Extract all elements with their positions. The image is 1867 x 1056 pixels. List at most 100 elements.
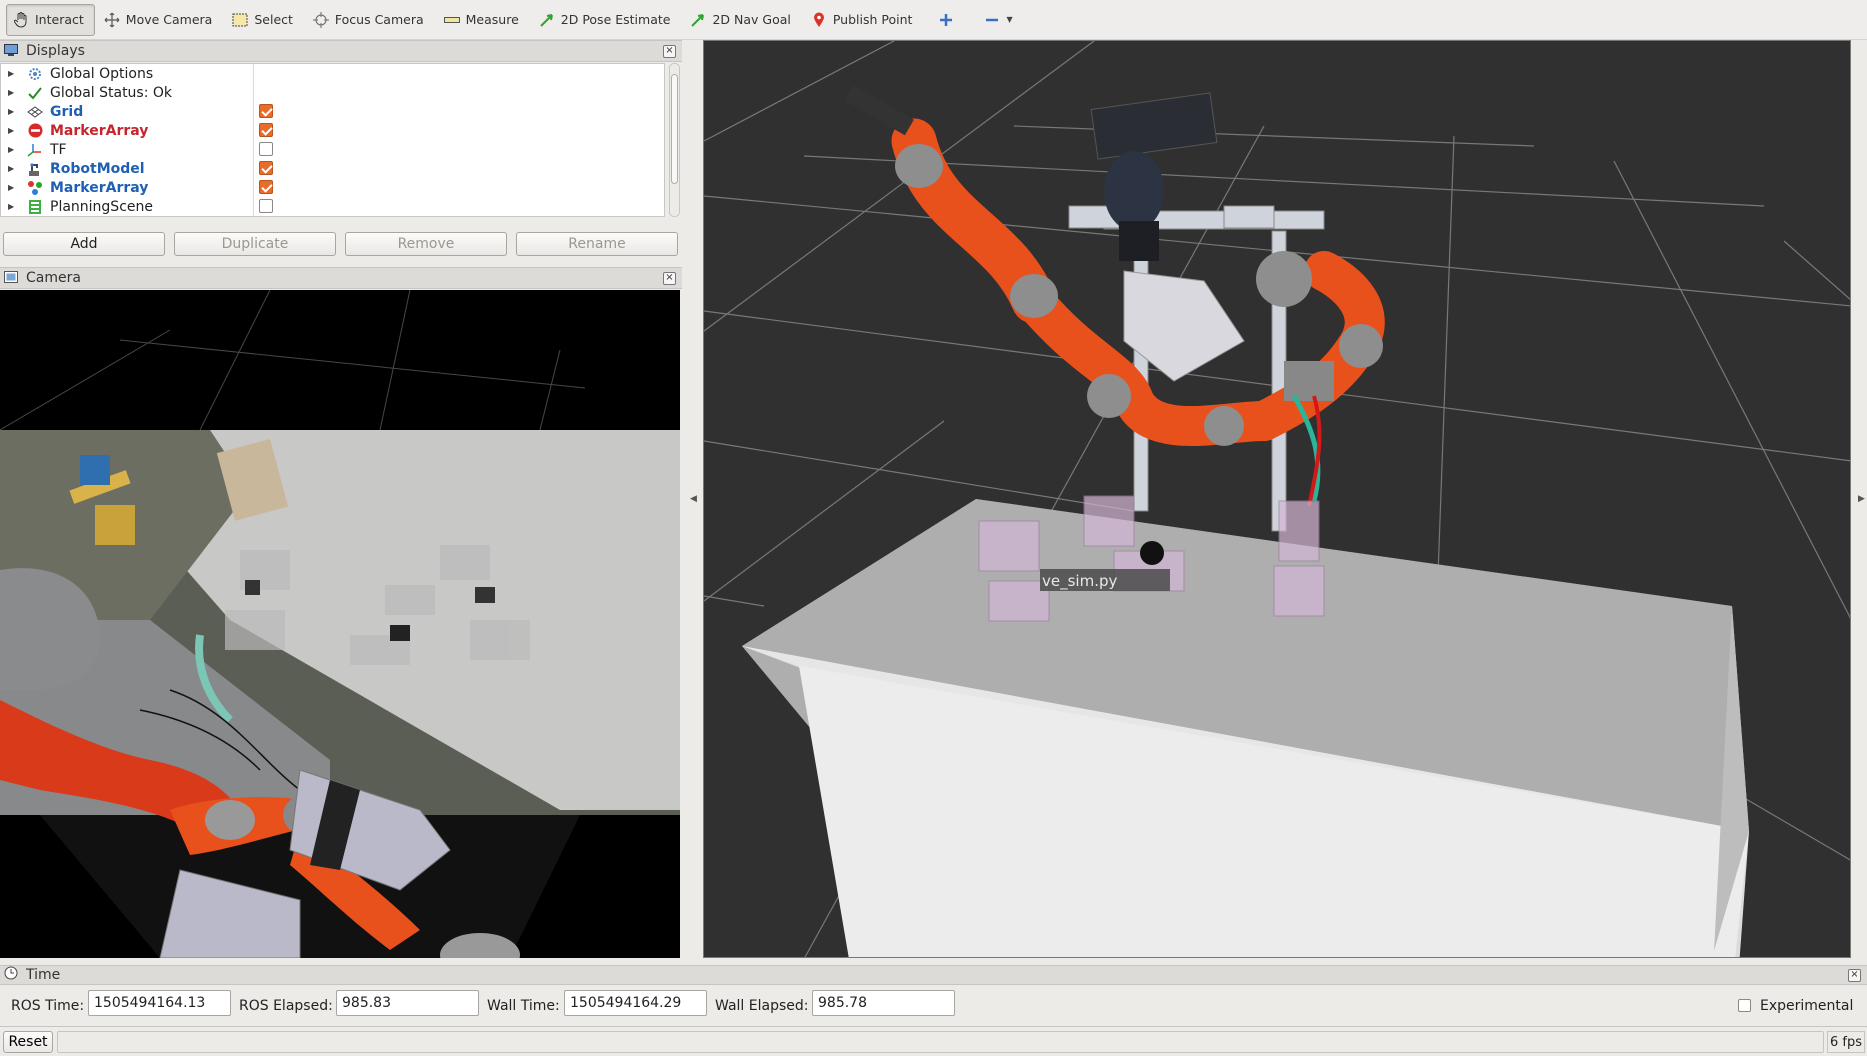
checkmark-icon [26, 85, 44, 101]
time-title: Time [26, 967, 61, 983]
tool-2d-nav-goal[interactable]: 2D Nav Goal [683, 4, 801, 36]
displays-title: Displays [26, 43, 85, 59]
expand-arrow-icon[interactable]: ▶ [8, 145, 20, 154]
error-icon [26, 123, 44, 139]
camera-icon [4, 271, 18, 285]
3d-scene: ve_sim.py [704, 41, 1850, 957]
status-bar: Reset 6 fps [0, 1026, 1867, 1056]
close-camera-button[interactable]: × [663, 272, 676, 285]
camera-panel-title: Camera × [0, 267, 682, 289]
tree-item-robotmodel[interactable]: ▶ RobotModel [1, 159, 664, 178]
status-message-area [57, 1031, 1824, 1053]
tool-label: Select [254, 12, 293, 27]
splitter-left-arrow-icon[interactable]: ◀ [690, 494, 697, 504]
tree-item-label: TF [50, 141, 67, 158]
pose-arrow-icon [539, 12, 555, 28]
view-tooltip: ve_sim.py [1042, 572, 1117, 591]
splitter-right-arrow-icon[interactable]: ▶ [1858, 494, 1865, 504]
tool-focus-camera[interactable]: Focus Camera [306, 4, 435, 36]
tool-select[interactable]: Select [225, 4, 304, 36]
tree-item-planningscene[interactable]: ▶ PlanningScene [1, 197, 664, 216]
ros-time-field[interactable]: 1505494164.13 [88, 990, 231, 1016]
tool-label: Interact [35, 12, 84, 27]
tree-item-grid[interactable]: ▶ Grid [1, 102, 664, 121]
ruler-icon [443, 12, 460, 28]
minus-icon [984, 12, 1000, 28]
hand-icon [13, 11, 29, 28]
tool-move-camera[interactable]: Move Camera [97, 4, 224, 36]
wall-time-label: Wall Time: [487, 998, 560, 1014]
select-icon [232, 12, 248, 28]
tree-item-markerarray[interactable]: ▶ MarkerArray [1, 178, 664, 197]
tool-interact[interactable]: Interact [6, 3, 95, 36]
planningscene-enable-checkbox[interactable] [259, 199, 273, 213]
tree-item-label: MarkerArray [50, 179, 149, 196]
tree-item-label: PlanningScene [50, 198, 153, 215]
markerarray2-enable-checkbox[interactable] [259, 180, 273, 194]
duplicate-button[interactable]: Duplicate [174, 232, 336, 256]
displays-tree: ▶ Global Options ▶ Global Status: Ok ▶ G… [0, 63, 665, 217]
scrollbar-thumb[interactable] [671, 74, 678, 184]
move-camera-icon [104, 12, 120, 28]
expand-arrow-icon[interactable]: ▶ [8, 202, 20, 211]
time-panel: ROS Time: 1505494164.13 ROS Elapsed: 985… [0, 986, 1867, 1020]
remove-button[interactable]: Remove [345, 232, 507, 256]
tree-item-global-options[interactable]: ▶ Global Options [1, 64, 664, 83]
robotmodel-enable-checkbox[interactable] [259, 161, 273, 175]
remove-tool-button[interactable]: ▼ [975, 4, 1021, 36]
tool-measure[interactable]: Measure [437, 4, 530, 36]
tool-label: Publish Point [832, 12, 913, 27]
axes-icon [26, 142, 44, 158]
displays-scrollbar[interactable] [669, 63, 680, 217]
tool-publish-point[interactable]: Publish Point [804, 4, 924, 36]
tree-item-global-status[interactable]: ▶ Global Status: Ok [1, 83, 664, 102]
expand-arrow-icon[interactable]: ▶ [8, 183, 20, 192]
tree-item-tf[interactable]: ▶ TF [1, 140, 664, 159]
close-time-button[interactable]: × [1848, 969, 1861, 982]
tool-label: 2D Pose Estimate [560, 12, 671, 27]
tool-label: Measure [465, 12, 519, 27]
experimental-checkbox[interactable] [1738, 999, 1751, 1012]
markerarray-enable-checkbox[interactable] [259, 123, 273, 137]
camera-scene [0, 290, 680, 958]
ros-time-label: ROS Time: [11, 998, 85, 1014]
robot-icon [26, 161, 44, 177]
tree-item-markerarray-error[interactable]: ▶ MarkerArray [1, 121, 664, 140]
main-toolbar: Interact Move Camera Select Focus Camera… [0, 0, 1867, 40]
clock-icon [4, 966, 18, 984]
monitor-icon [4, 44, 18, 58]
map-pin-icon [811, 12, 827, 28]
tool-2d-pose-estimate[interactable]: 2D Pose Estimate [532, 4, 682, 36]
nav-goal-arrow-icon [690, 12, 706, 28]
camera-title: Camera [26, 270, 81, 286]
tree-item-label: Grid [50, 103, 84, 120]
wall-time-field[interactable]: 1505494164.29 [564, 990, 707, 1016]
tf-enable-checkbox[interactable] [259, 142, 273, 156]
expand-arrow-icon[interactable]: ▶ [8, 69, 20, 78]
3d-render-view[interactable]: ve_sim.py [703, 40, 1851, 958]
reset-button[interactable]: Reset [3, 1031, 53, 1053]
markers-icon [26, 180, 44, 196]
rename-button[interactable]: Rename [516, 232, 678, 256]
wall-elapsed-label: Wall Elapsed: [715, 998, 809, 1014]
grid-enable-checkbox[interactable] [259, 104, 273, 118]
expand-arrow-icon[interactable]: ▶ [8, 107, 20, 116]
ros-elapsed-field[interactable]: 985.83 [336, 990, 479, 1016]
tool-label: Focus Camera [334, 12, 424, 27]
add-tool-button[interactable] [925, 4, 973, 36]
fps-readout: 6 fps [1827, 1031, 1865, 1053]
tree-item-label: RobotModel [50, 160, 145, 177]
planning-scene-icon [26, 199, 44, 215]
chevron-down-icon: ▼ [1006, 15, 1013, 24]
expand-arrow-icon[interactable]: ▶ [8, 88, 20, 97]
expand-arrow-icon[interactable]: ▶ [8, 164, 20, 173]
ros-elapsed-label: ROS Elapsed: [239, 998, 333, 1014]
time-panel-title: Time × [0, 965, 1867, 985]
add-button[interactable]: Add [3, 232, 165, 256]
experimental-label: Experimental [1760, 998, 1854, 1014]
expand-arrow-icon[interactable]: ▶ [8, 126, 20, 135]
camera-image-view[interactable] [0, 290, 680, 958]
wall-elapsed-field[interactable]: 985.78 [812, 990, 955, 1016]
tool-label: 2D Nav Goal [712, 12, 791, 27]
close-displays-button[interactable]: × [663, 45, 676, 58]
